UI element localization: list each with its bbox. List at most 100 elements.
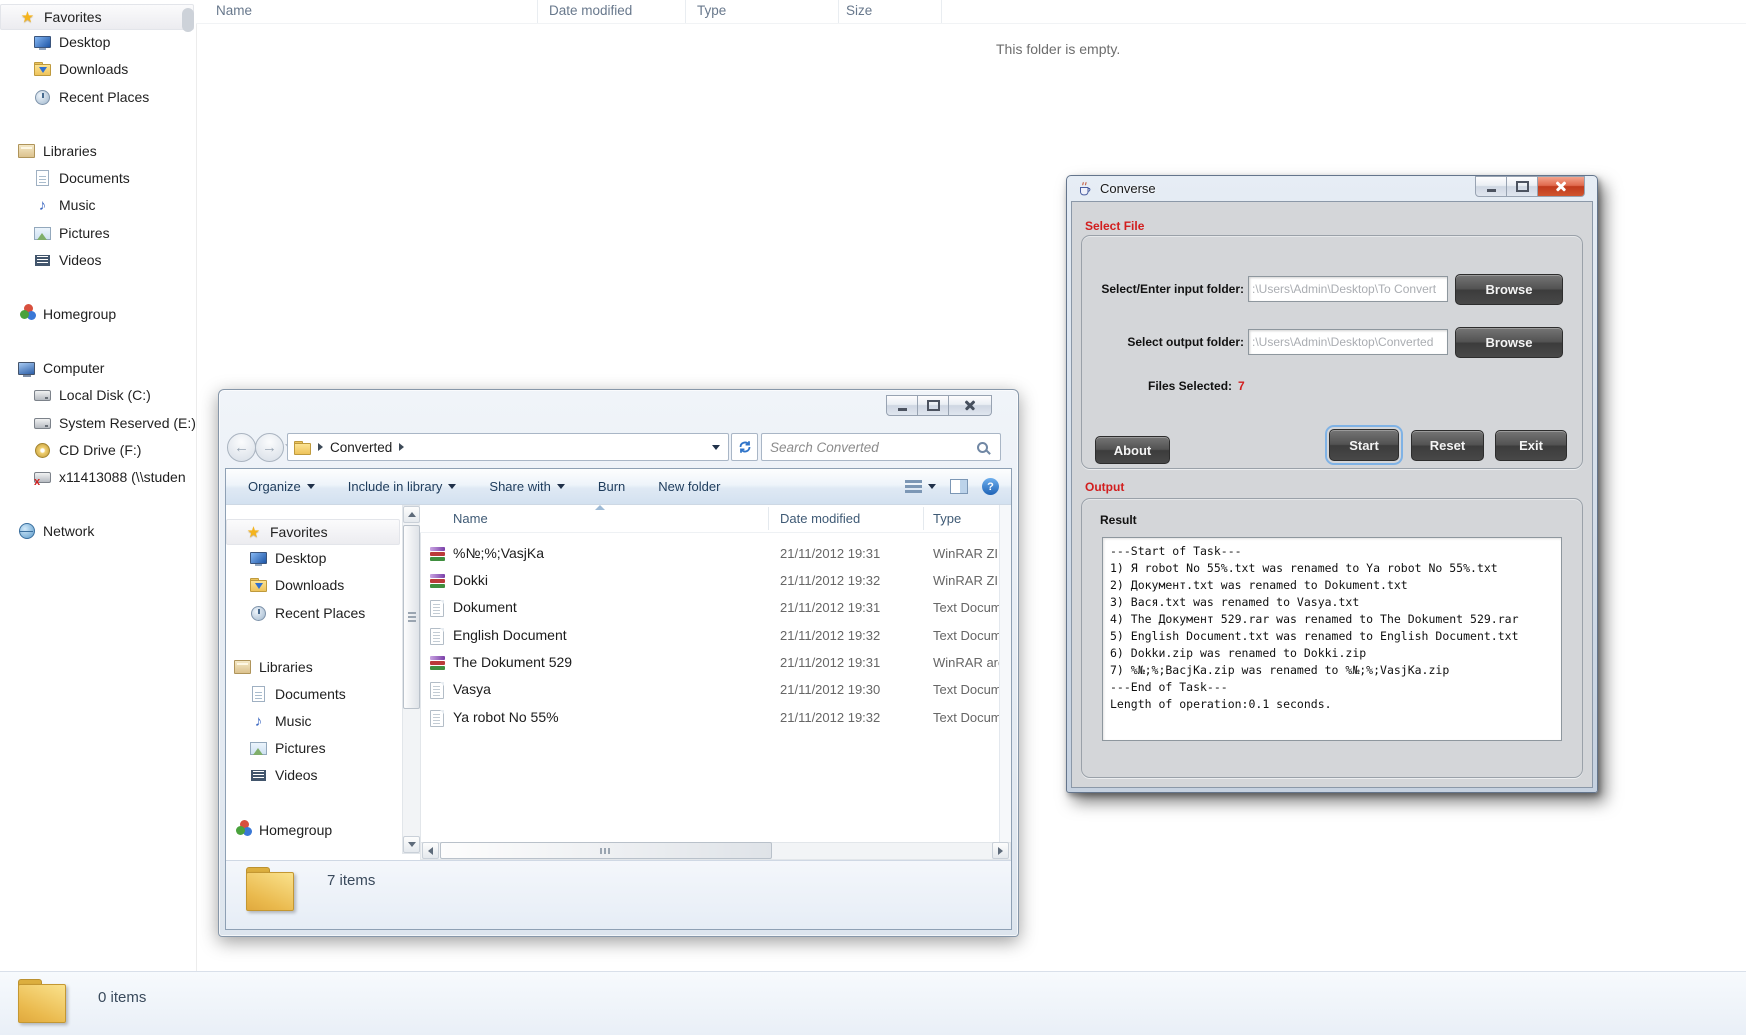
- sidebar-item-favorites[interactable]: Favorites: [0, 4, 194, 30]
- about-button[interactable]: About: [1095, 436, 1170, 464]
- breadcrumb-folder[interactable]: Converted: [330, 440, 392, 455]
- forward-button[interactable]: [255, 433, 284, 462]
- file-date-modified: 21/11/2012 19:32: [780, 710, 881, 725]
- file-date-modified: 21/11/2012 19:32: [780, 628, 881, 643]
- items-count: 7 items: [327, 872, 376, 889]
- file-date-modified: 21/11/2012 19:30: [780, 682, 881, 697]
- change-view-button[interactable]: [905, 480, 936, 493]
- new-folder-button[interactable]: New folder: [658, 479, 720, 494]
- include-in-library-menu[interactable]: Include in library: [348, 479, 457, 494]
- sidebar-item-downloads[interactable]: Downloads: [250, 574, 344, 596]
- column-header-date-modified[interactable]: Date modified: [780, 511, 860, 526]
- maximize-button[interactable]: [1507, 176, 1538, 197]
- horizontal-scrollbar-thumb[interactable]: [440, 842, 772, 859]
- sidebar-item-music[interactable]: Music: [250, 710, 312, 732]
- column-header-name[interactable]: Name: [453, 511, 488, 526]
- close-button[interactable]: [1538, 176, 1585, 197]
- sidebar-item-computer[interactable]: Computer: [18, 357, 104, 379]
- scrollbar-grip: [600, 847, 612, 854]
- column-header-size[interactable]: Size: [846, 3, 872, 18]
- reset-button[interactable]: Reset: [1411, 430, 1484, 461]
- sidebar-item-recent-places[interactable]: Recent Places: [34, 86, 149, 108]
- sidebar-item-local-disk-c[interactable]: Local Disk (C:): [34, 384, 151, 406]
- file-row[interactable]: %№;%;VasjKa 21/11/2012 19:31 WinRAR ZIP: [426, 541, 1019, 568]
- file-row[interactable]: English Document 21/11/2012 19:32 Text D…: [426, 623, 1019, 650]
- sidebar-item-videos[interactable]: Videos: [34, 249, 102, 271]
- output-folder-field[interactable]: :\Users\Admin\Desktop\Converted: [1248, 329, 1448, 355]
- column-header-type[interactable]: Type: [697, 3, 726, 18]
- file-row[interactable]: Dokki 21/11/2012 19:32 WinRAR ZIP: [426, 568, 1019, 595]
- column-separator[interactable]: [685, 0, 686, 23]
- browse-output-button[interactable]: Browse: [1455, 327, 1563, 358]
- scroll-left-button[interactable]: [422, 842, 439, 859]
- exit-button[interactable]: Exit: [1495, 430, 1567, 461]
- sidebar-item-recent-places[interactable]: Recent Places: [250, 602, 365, 624]
- sidebar-item-label: Music: [59, 197, 96, 213]
- sidebar-item-network-drive[interactable]: x11413088 (\\studen: [34, 466, 186, 488]
- file-row[interactable]: Ya robot No 55% 21/11/2012 19:32 Text Do…: [426, 705, 1019, 732]
- sidebar-item-cd-drive-f[interactable]: CD Drive (F:): [34, 439, 141, 461]
- sidebar-item-favorites[interactable]: Favorites: [226, 519, 400, 545]
- column-separator[interactable]: [838, 0, 839, 23]
- refresh-button[interactable]: [731, 433, 758, 461]
- navigation-scrollbar-thumb[interactable]: [403, 525, 420, 709]
- sidebar-item-videos[interactable]: Videos: [250, 764, 318, 786]
- file-row[interactable]: The Dokument 529 21/11/2012 19:31 WinRAR…: [426, 650, 1019, 677]
- result-textarea[interactable]: ---Start of Task--- 1) Я robot No 55%.tx…: [1102, 537, 1562, 741]
- libraries-icon: [18, 143, 35, 160]
- breadcrumb-chevron-icon[interactable]: [399, 443, 405, 451]
- sidebar-item-desktop[interactable]: Desktop: [250, 547, 326, 569]
- share-with-menu[interactable]: Share with: [489, 479, 565, 494]
- file-row[interactable]: Dokument 21/11/2012 19:31 Text Docume: [426, 595, 1019, 622]
- background-navigation-pane: Favorites Desktop Downloads Recent Place…: [0, 0, 197, 971]
- sidebar-item-pictures[interactable]: Pictures: [250, 737, 326, 759]
- column-separator[interactable]: [537, 0, 538, 23]
- sidebar-item-music[interactable]: Music: [34, 194, 96, 216]
- preview-pane-icon[interactable]: [950, 479, 968, 494]
- column-header-name[interactable]: Name: [216, 3, 252, 18]
- browse-input-button[interactable]: Browse: [1455, 274, 1563, 305]
- sidebar-item-label: x11413088 (\\studen: [59, 469, 186, 485]
- column-separator[interactable]: [768, 507, 769, 530]
- text-document-icon: [430, 600, 444, 617]
- scroll-down-button[interactable]: [403, 836, 420, 853]
- sidebar-item-homegroup[interactable]: Homegroup: [234, 819, 332, 841]
- scroll-right-button[interactable]: [992, 842, 1009, 859]
- help-icon[interactable]: [982, 478, 999, 495]
- breadcrumb-chevron-icon[interactable]: [318, 443, 323, 451]
- column-separator[interactable]: [941, 0, 942, 23]
- navigation-scrollbar-thumb[interactable]: [182, 8, 194, 32]
- sidebar-item-network[interactable]: Network: [18, 520, 94, 542]
- sidebar-item-label: Downloads: [59, 61, 129, 77]
- address-dropdown-icon[interactable]: [712, 444, 720, 450]
- column-header-type[interactable]: Type: [933, 511, 961, 526]
- organize-menu[interactable]: Organize: [248, 479, 315, 494]
- sidebar-item-homegroup[interactable]: Homegroup: [18, 303, 116, 325]
- sidebar-item-pictures[interactable]: Pictures: [34, 222, 110, 244]
- burn-button[interactable]: Burn: [598, 479, 625, 494]
- address-bar[interactable]: Converted: [287, 433, 729, 461]
- back-button[interactable]: [227, 433, 256, 462]
- sidebar-item-desktop[interactable]: Desktop: [34, 31, 110, 53]
- maximize-button[interactable]: [918, 395, 949, 416]
- vertical-scrollbar-track[interactable]: [999, 505, 1011, 854]
- sidebar-item-libraries[interactable]: Libraries: [18, 140, 97, 162]
- start-button[interactable]: Start: [1325, 425, 1403, 465]
- sidebar-item-documents[interactable]: Documents: [34, 167, 130, 189]
- sidebar-item-documents[interactable]: Documents: [250, 683, 346, 705]
- sidebar-item-libraries[interactable]: Libraries: [234, 656, 313, 678]
- file-row[interactable]: Vasya 21/11/2012 19:30 Text Docume: [426, 677, 1019, 704]
- search-box[interactable]: Search Converted: [761, 433, 1001, 461]
- output-folder-label: Select output folder:: [1127, 335, 1244, 349]
- column-header-date-modified[interactable]: Date modified: [549, 3, 632, 18]
- scroll-up-button[interactable]: [403, 506, 420, 523]
- column-separator[interactable]: [923, 507, 924, 530]
- sidebar-item-label: Libraries: [259, 659, 313, 675]
- sidebar-item-downloads[interactable]: Downloads: [34, 58, 128, 80]
- sidebar-item-system-reserved-e[interactable]: System Reserved (E:): [34, 412, 196, 434]
- organize-label: Organize: [248, 479, 301, 494]
- input-folder-field[interactable]: :\Users\Admin\Desktop\To Convert: [1248, 276, 1448, 302]
- close-button[interactable]: [949, 395, 992, 416]
- minimize-button[interactable]: [886, 395, 918, 416]
- minimize-button[interactable]: [1475, 176, 1507, 197]
